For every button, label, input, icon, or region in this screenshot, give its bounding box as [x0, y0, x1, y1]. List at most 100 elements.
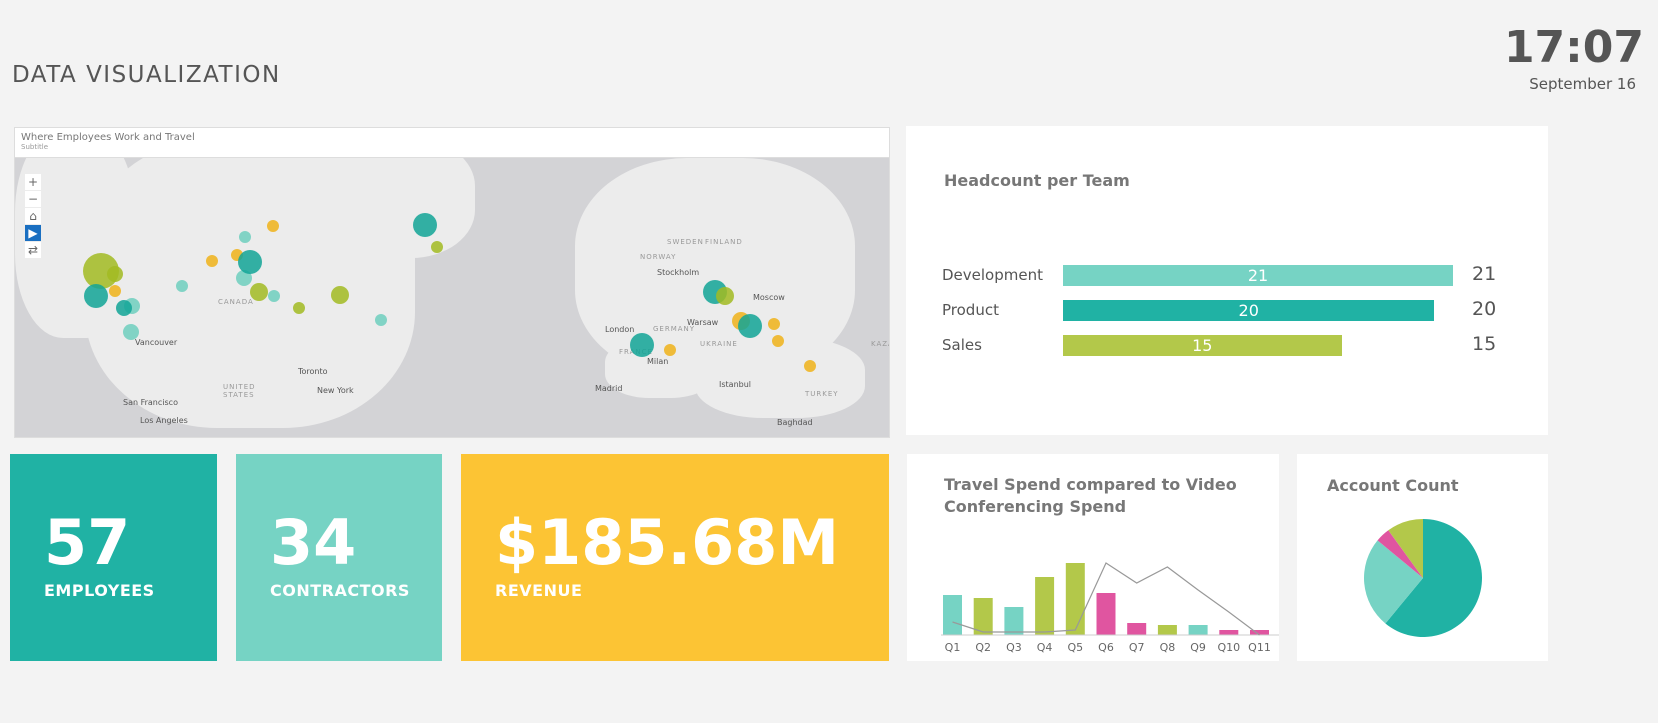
map-place-label: Toronto: [298, 367, 328, 376]
travel-bar[interactable]: [1219, 630, 1239, 635]
map-place-label: Los Angeles: [140, 416, 188, 425]
map-place-label: CANADA: [218, 298, 254, 306]
page-title: DATA VISUALIZATION: [12, 62, 281, 88]
map-bubble[interactable]: [123, 324, 139, 340]
kpi-value: $185.68M: [495, 506, 840, 579]
map-bubble[interactable]: [375, 314, 387, 326]
map-bubble[interactable]: [84, 284, 108, 308]
kpi-label: EMPLOYEES: [44, 581, 155, 600]
map-bubble[interactable]: [804, 360, 816, 372]
map-place-label: Milan: [647, 357, 669, 366]
account-pie-chart: [1364, 519, 1482, 637]
team-value: 15: [1472, 333, 1497, 355]
map-place-label: FINLAND: [705, 238, 743, 246]
home-button[interactable]: ⌂: [25, 208, 41, 224]
map-place-label: San Francisco: [123, 398, 178, 407]
map-place-label: Baghdad: [777, 418, 813, 427]
map-bubble[interactable]: [267, 220, 279, 232]
team-bar: 15: [1063, 335, 1342, 356]
team-label: Product: [942, 301, 999, 319]
map-bubble[interactable]: [268, 290, 280, 302]
x-tick-label: Q5: [1067, 641, 1083, 654]
travel-bar[interactable]: [1035, 577, 1055, 635]
map-place-label: Vancouver: [135, 338, 178, 347]
team-bar: 20: [1063, 300, 1435, 321]
map-place-label: NORWAY: [640, 253, 677, 261]
map-bubble[interactable]: [738, 314, 762, 338]
zoom-in-button[interactable]: +: [25, 174, 41, 190]
map-bubble[interactable]: [206, 255, 218, 267]
select-button[interactable]: ▶: [25, 225, 41, 241]
kpi-label: CONTRACTORS: [270, 581, 410, 600]
map-bubble[interactable]: [239, 231, 251, 243]
travel-bar[interactable]: [1004, 607, 1024, 635]
x-tick-label: Q1: [945, 641, 961, 654]
team-label: Sales: [942, 336, 982, 354]
travel-bar[interactable]: [1127, 623, 1147, 635]
map-bubble[interactable]: [664, 344, 676, 356]
kpi-value: 57: [44, 506, 131, 579]
travel-bar[interactable]: [1188, 625, 1208, 635]
team-value: 20: [1472, 298, 1497, 320]
map-view[interactable]: CANADA Vancouver San Francisco Los Angeles U…: [15, 158, 889, 437]
map-place-label: GERMANY: [653, 325, 696, 333]
map-header: Where Employees Work and Travel Subtitle: [15, 128, 889, 158]
map-bubble[interactable]: [109, 285, 121, 297]
clock-time: 17:07: [1503, 22, 1644, 73]
map-bubble[interactable]: [413, 213, 437, 237]
map-subtitle: Subtitle: [21, 143, 49, 151]
travel-bar[interactable]: [1157, 625, 1177, 635]
kpi-label: REVENUE: [495, 581, 583, 600]
map-bubble[interactable]: [772, 335, 784, 347]
team-bar: 21: [1063, 265, 1453, 286]
map-place-label: UNITED: [223, 383, 256, 391]
map-bubble[interactable]: [116, 300, 132, 316]
travel-bar[interactable]: [1065, 563, 1085, 635]
land-shape: [315, 158, 475, 258]
x-tick-label: Q4: [1037, 641, 1053, 654]
x-tick-label: Q8: [1160, 641, 1176, 654]
map-bubble[interactable]: [768, 318, 780, 330]
map-bubble[interactable]: [107, 266, 123, 282]
team-value: 21: [1472, 263, 1497, 285]
travel-bar[interactable]: [1096, 593, 1116, 635]
map-bubble[interactable]: [431, 241, 443, 253]
map-place-label: KAZAK: [871, 340, 889, 348]
map-bubble[interactable]: [250, 283, 268, 301]
map-place-label: UKRAINE: [700, 340, 738, 348]
x-tick-label: Q7: [1129, 641, 1145, 654]
kpi-value: 34: [270, 506, 357, 579]
x-tick-label: Q11: [1248, 641, 1271, 654]
map-bubble[interactable]: [293, 302, 305, 314]
travel-bar[interactable]: [943, 595, 962, 635]
x-tick-label: Q3: [1006, 641, 1022, 654]
team-label: Development: [942, 266, 1043, 284]
map-bubble[interactable]: [238, 250, 262, 274]
x-tick-label: Q10: [1217, 641, 1240, 654]
map-place-label: Moscow: [753, 293, 785, 302]
account-count-card: Account Count: [1297, 454, 1548, 661]
land-shape: [695, 338, 865, 418]
headcount-card: Headcount per Team Development 21 21 Produc…: [906, 126, 1548, 435]
travel-chart: Q1 Q2 Q3 Q4 Q5 Q6 Q7 Q8 Q9 Q10 Q11: [941, 562, 1279, 654]
map-place-label: London: [605, 325, 635, 334]
map-bubble[interactable]: [630, 333, 654, 357]
map-place-label: New York: [317, 386, 354, 395]
map-title: Where Employees Work and Travel: [21, 132, 195, 143]
map-place-label: TURKEY: [805, 390, 839, 398]
x-tick-label: Q9: [1190, 641, 1206, 654]
kpi-contractors: 34 CONTRACTORS: [236, 454, 442, 661]
zoom-out-button[interactable]: −: [25, 191, 41, 207]
kpi-employees: 57 EMPLOYEES: [10, 454, 217, 661]
map-bubble[interactable]: [331, 286, 349, 304]
map-card: Where Employees Work and Travel Subtitle…: [14, 127, 890, 438]
map-place-label: SWEDEN: [667, 238, 704, 246]
map-bubble[interactable]: [176, 280, 188, 292]
travel-spend-card: Travel Spend compared to Video Conferenc…: [907, 454, 1279, 661]
map-place-label: STATES: [223, 391, 255, 399]
lasso-button[interactable]: ⇄: [25, 242, 41, 258]
map-place-label: Madrid: [595, 384, 623, 393]
kpi-revenue: $185.68M REVENUE: [461, 454, 889, 661]
x-tick-label: Q6: [1098, 641, 1114, 654]
map-bubble[interactable]: [716, 287, 734, 305]
